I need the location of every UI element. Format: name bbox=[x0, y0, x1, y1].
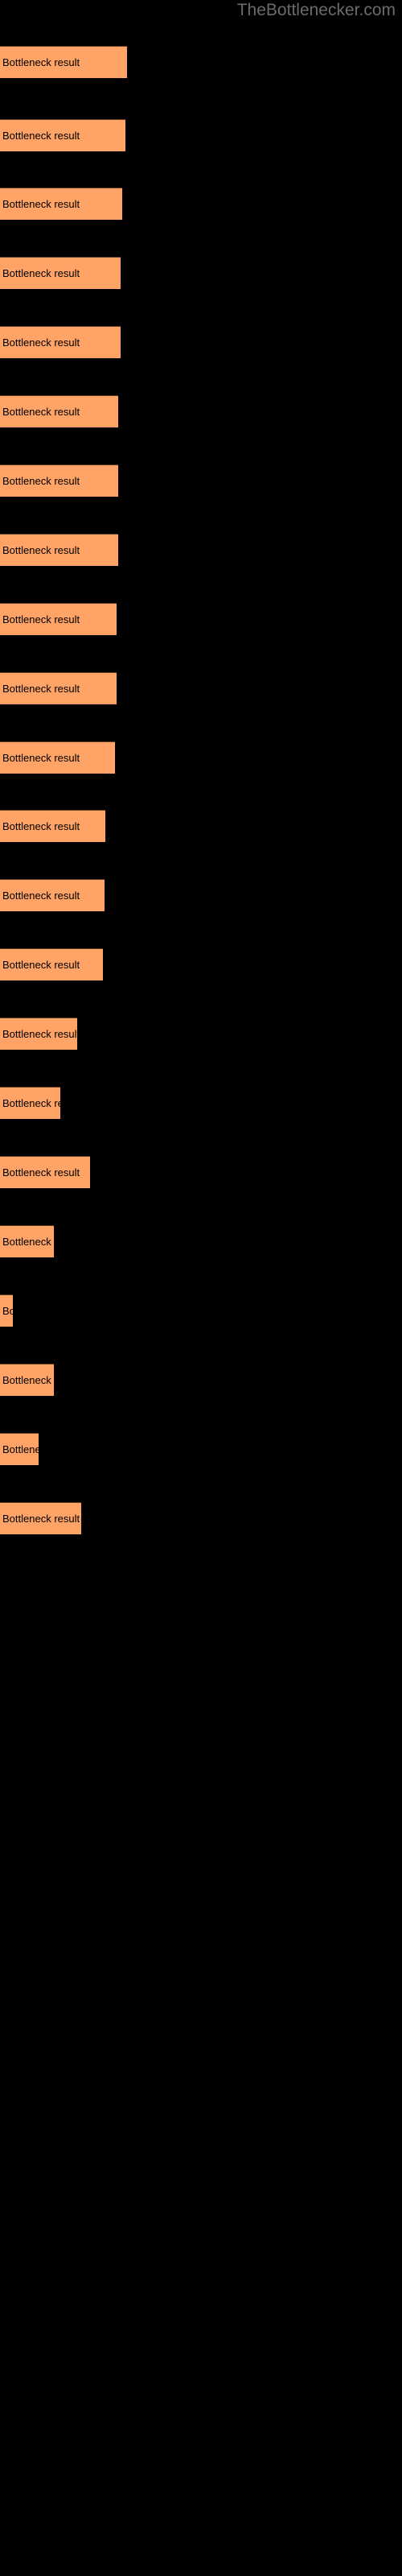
bar: Bottleneck result bbox=[0, 326, 121, 358]
bar: Bottleneck result bbox=[0, 119, 125, 151]
bar: Bottleneck result bbox=[0, 1294, 13, 1327]
bar-label: Bottleneck result bbox=[2, 406, 80, 418]
bar: Bottleneck result bbox=[0, 1364, 54, 1396]
bar-label: Bottleneck result bbox=[2, 1097, 60, 1109]
bar-label: Bottleneck result bbox=[2, 1443, 39, 1455]
bar: Bottleneck result bbox=[0, 948, 103, 980]
bottleneck-chart-page: TheBottlenecker.com Bottleneck result Bot… bbox=[0, 0, 402, 2576]
bar: Bottleneck result bbox=[0, 1156, 90, 1188]
bar-label: Bottleneck result bbox=[2, 890, 80, 902]
bar-label: Bottleneck result bbox=[2, 56, 80, 68]
bar-label: Bottleneck result bbox=[2, 820, 80, 832]
bar: Bottleneck result bbox=[0, 879, 105, 911]
bar-label: Bottleneck result bbox=[2, 130, 80, 142]
bar: Bottleneck result bbox=[0, 188, 122, 220]
bar-label: Bottleneck result bbox=[2, 1305, 13, 1317]
bar: Bottleneck result bbox=[0, 1433, 39, 1465]
horizontal-bar-chart: Bottleneck result Bottleneck result Bottle… bbox=[0, 0, 402, 2576]
bar: Bottleneck result bbox=[0, 464, 118, 497]
bar: Bottleneck result bbox=[0, 741, 115, 774]
bar-label: Bottleneck result bbox=[2, 267, 80, 279]
bar-label: Bottleneck result bbox=[2, 336, 80, 349]
bar: Bottleneck result bbox=[0, 1087, 60, 1119]
bar: Bottleneck result bbox=[0, 1018, 77, 1050]
bar-label: Bottleneck result bbox=[2, 1028, 77, 1040]
bar-label: Bottleneck result bbox=[2, 198, 80, 210]
bar: Bottleneck result bbox=[0, 257, 121, 289]
bar-label: Bottleneck result bbox=[2, 475, 80, 487]
bar: Bottleneck result bbox=[0, 672, 117, 704]
bar-label: Bottleneck result bbox=[2, 1513, 80, 1525]
bar: Bottleneck result bbox=[0, 46, 127, 78]
bar: Bottleneck result bbox=[0, 1225, 54, 1257]
bar-label: Bottleneck result bbox=[2, 752, 80, 764]
bar-label: Bottleneck result bbox=[2, 544, 80, 556]
bar-label: Bottleneck result bbox=[2, 613, 80, 625]
bar-label: Bottleneck result bbox=[2, 1236, 54, 1248]
bar-label: Bottleneck result bbox=[2, 1374, 54, 1386]
bar: Bottleneck result bbox=[0, 395, 118, 427]
bar-label: Bottleneck result bbox=[2, 959, 80, 971]
bar: Bottleneck result bbox=[0, 1502, 81, 1534]
bar: Bottleneck result bbox=[0, 603, 117, 635]
bar-label: Bottleneck result bbox=[2, 683, 80, 695]
bar: Bottleneck result bbox=[0, 534, 118, 566]
bar: Bottleneck result bbox=[0, 810, 105, 842]
bar-label: Bottleneck result bbox=[2, 1166, 80, 1179]
